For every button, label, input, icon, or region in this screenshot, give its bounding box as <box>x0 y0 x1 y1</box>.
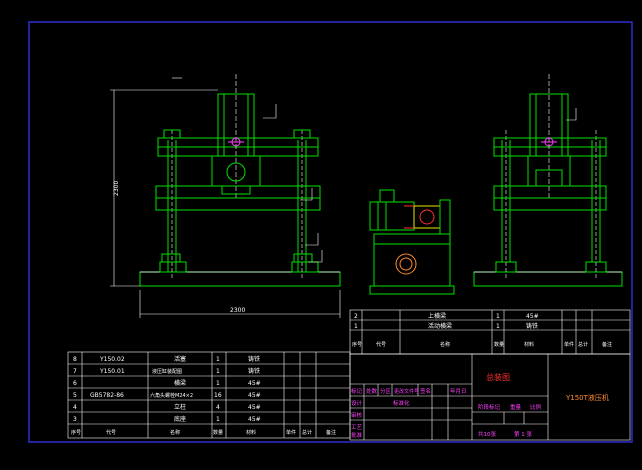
tb-review: 审核 <box>351 411 363 419</box>
part-7-material: 铸铁 <box>248 367 260 375</box>
upper-header-single: 单件 <box>564 341 574 348</box>
parts-header-note: 备注 <box>326 429 336 436</box>
upper-header-note: 备注 <box>602 341 612 348</box>
tb-design: 设计 <box>351 399 363 407</box>
part-4-qty: 4 <box>216 404 220 411</box>
part-6-material: 45# <box>248 380 261 387</box>
part-8-material: 铸铁 <box>248 355 260 363</box>
part-3-material: 45# <box>248 416 261 423</box>
tb-mark: 标记 <box>351 387 363 395</box>
part-7-qty: 1 <box>216 368 220 375</box>
upper-header-material: 材料 <box>524 341 534 348</box>
tb-change-doc: 更改文件号 <box>394 388 419 395</box>
tb-date: 年月日 <box>450 387 467 395</box>
parts-header-total: 总计 <box>302 429 312 436</box>
part-5-no: 5 <box>73 392 77 399</box>
part-8-name: 活塞 <box>174 355 186 363</box>
part-5-qty: 16 <box>214 392 222 399</box>
part-7-name: 液压缸装配图 <box>152 368 182 375</box>
tb-sheet-no: 第 1 张 <box>514 430 532 438</box>
part-8-no: 8 <box>73 356 77 363</box>
part-3-name: 底座 <box>174 415 186 423</box>
tb-process: 工艺 <box>351 424 363 431</box>
tb-zone: 分区 <box>380 387 392 395</box>
part-7-no: 7 <box>73 368 77 375</box>
part-8-qty: 1 <box>216 356 220 363</box>
upper-row-2-qty: 1 <box>496 323 500 330</box>
height-dimension-label: 2300 <box>113 181 120 196</box>
parts-header-single: 单件 <box>286 429 296 436</box>
tb-standard: 标准化 <box>393 399 410 407</box>
part-7-code: Y150.01 <box>99 368 125 375</box>
part-8-code: Y150.02 <box>99 356 125 363</box>
tb-scale: 比例 <box>530 403 542 411</box>
tb-count: 处数 <box>366 387 378 395</box>
part-4-name: 立柱 <box>174 403 186 411</box>
part-3-no: 3 <box>73 416 77 423</box>
drawing-background <box>0 0 642 470</box>
upper-row-1-qty: 1 <box>496 313 500 320</box>
part-5-code: GB5782-86 <box>90 392 124 399</box>
tb-approve: 批准 <box>351 431 363 439</box>
upper-row-2-no: 1 <box>354 323 358 330</box>
upper-header-total: 总计 <box>578 341 588 348</box>
parts-header-no: 序号 <box>71 429 81 436</box>
parts-header-qty: 数量 <box>213 429 223 436</box>
tb-stage-mark: 阶段标记 <box>478 403 501 411</box>
upper-header-code: 代号 <box>376 341 386 348</box>
part-6-no: 6 <box>73 380 77 387</box>
parts-header-code: 代号 <box>106 429 116 436</box>
part-5-material: 45# <box>248 392 261 399</box>
parts-header-name: 名称 <box>170 429 180 436</box>
width-dimension-label: 2300 <box>230 307 245 314</box>
parts-header-material: 材料 <box>246 429 256 436</box>
upper-row-1-no: 2 <box>354 313 358 320</box>
upper-row-2-name: 活动横梁 <box>428 322 452 330</box>
upper-header-qty: 数量 <box>494 341 504 348</box>
cad-drawing-canvas[interactable]: 2300 2300 2 上横梁 1 45# 1 活动横梁 1 铸铁 序号 代号 … <box>0 0 642 470</box>
part-6-qty: 1 <box>216 380 220 387</box>
upper-header-name: 名称 <box>440 341 450 348</box>
tb-weight: 重量 <box>510 403 522 411</box>
upper-row-2-material: 铸铁 <box>526 322 538 330</box>
part-6-name: 横梁 <box>174 379 186 387</box>
upper-header-no: 序号 <box>352 341 362 348</box>
upper-row-1-name: 上横梁 <box>428 312 446 320</box>
part-3-qty: 1 <box>216 416 220 423</box>
part-4-no: 4 <box>73 404 77 411</box>
product-name: Y150T液压机 <box>565 393 609 402</box>
part-5-name: 六角头螺栓M24×2 <box>150 392 193 399</box>
drawing-title: 总装图 <box>486 372 510 382</box>
part-4-material: 45# <box>248 404 261 411</box>
tb-total-sheets: 共10张 <box>478 430 496 438</box>
upper-row-1-material: 45# <box>526 313 539 320</box>
tb-sign: 签名 <box>420 387 431 395</box>
